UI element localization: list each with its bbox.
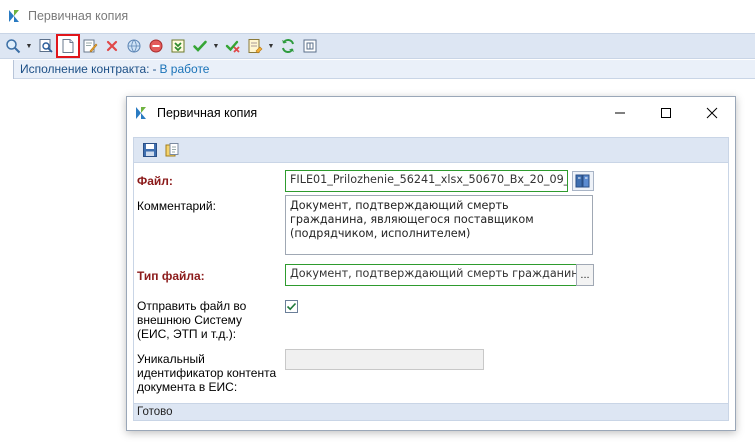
- main-titlebar: Первичная копия: [0, 0, 755, 32]
- minimize-icon[interactable]: [597, 97, 643, 128]
- dialog-status-bar: Готово: [133, 403, 729, 421]
- export-icon[interactable]: [168, 36, 188, 56]
- delete-icon[interactable]: [102, 36, 122, 56]
- preview-icon[interactable]: [36, 36, 56, 56]
- app-logo-icon: [6, 8, 22, 24]
- reject-icon[interactable]: [223, 36, 243, 56]
- send-external-label-line-2: внешнюю Систему: [137, 313, 243, 327]
- send-external-label-line-3: (ЕИС, ЭТП и т.д.):: [137, 327, 237, 341]
- breadcrumb-label[interactable]: Исполнение контракта:: [20, 62, 149, 76]
- refresh-icon[interactable]: [278, 36, 298, 56]
- breadcrumb: Исполнение контракта: - В работе: [0, 59, 755, 79]
- maximize-icon[interactable]: [643, 97, 689, 128]
- search-icon[interactable]: [3, 36, 23, 56]
- document-dropdown-arrow[interactable]: ▼: [267, 36, 275, 56]
- file-label: Файл:: [137, 174, 173, 188]
- approve-dropdown-arrow[interactable]: ▼: [212, 36, 220, 56]
- dialog-logo-icon: [133, 105, 149, 121]
- uid-label-line-2: идентификатор контента: [137, 366, 277, 380]
- main-window-title: Первичная копия: [28, 9, 129, 23]
- save-icon[interactable]: [140, 140, 160, 160]
- approve-icon[interactable]: [190, 36, 210, 56]
- file-type-select-button[interactable]: ...: [576, 264, 594, 286]
- file-type-field[interactable]: Документ, подтверждающий смерть граждани…: [285, 264, 577, 286]
- breadcrumb-status[interactable]: В работе: [159, 62, 209, 76]
- dialog-toolbar: [133, 137, 729, 163]
- file-field[interactable]: FILE01_Prilozhenie_56241_xlsx_50670_Bx_2…: [285, 170, 568, 192]
- new-document-icon[interactable]: [56, 34, 80, 58]
- file-type-label: Тип файла:: [137, 269, 205, 283]
- breadcrumb-separator: -: [152, 62, 157, 76]
- dialog-titlebar: Первичная копия: [127, 97, 735, 128]
- main-toolbar: ▼ ▼ ▼: [0, 33, 755, 59]
- send-external-label-line-1: Отправить файл во: [137, 299, 247, 313]
- dialog-form: Файл: FILE01_Prilozhenie_56241_xlsx_5067…: [133, 163, 729, 403]
- uid-label: Уникальный идентификатор контента докуме…: [137, 352, 276, 394]
- breadcrumb-spacer: [0, 59, 14, 79]
- comment-textarea[interactable]: Документ, подтверждающий смерть граждани…: [285, 195, 593, 255]
- uid-label-line-3: документа в ЕИС:: [137, 380, 238, 394]
- close-icon[interactable]: [689, 97, 735, 128]
- attach-icon[interactable]: [162, 140, 182, 160]
- send-external-checkbox[interactable]: [285, 300, 298, 313]
- globe-icon[interactable]: [124, 36, 144, 56]
- edit-icon[interactable]: [80, 36, 100, 56]
- search-dropdown-arrow[interactable]: ▼: [25, 36, 33, 56]
- browse-file-icon[interactable]: [572, 171, 594, 191]
- primary-copy-dialog: Первичная копия Файл: FILE01_Prilozhenie…: [126, 96, 736, 431]
- grid-icon[interactable]: [300, 36, 320, 56]
- document-menu-icon[interactable]: [245, 36, 265, 56]
- uid-label-line-1: Уникальный: [137, 352, 205, 366]
- dialog-title: Первичная копия: [157, 105, 258, 120]
- uid-field: [285, 349, 484, 370]
- checkmark-icon: [286, 302, 297, 311]
- send-external-label: Отправить файл во внешнюю Систему (ЕИС, …: [137, 299, 246, 341]
- comment-label: Комментарий:: [137, 199, 216, 213]
- stop-icon[interactable]: [146, 36, 166, 56]
